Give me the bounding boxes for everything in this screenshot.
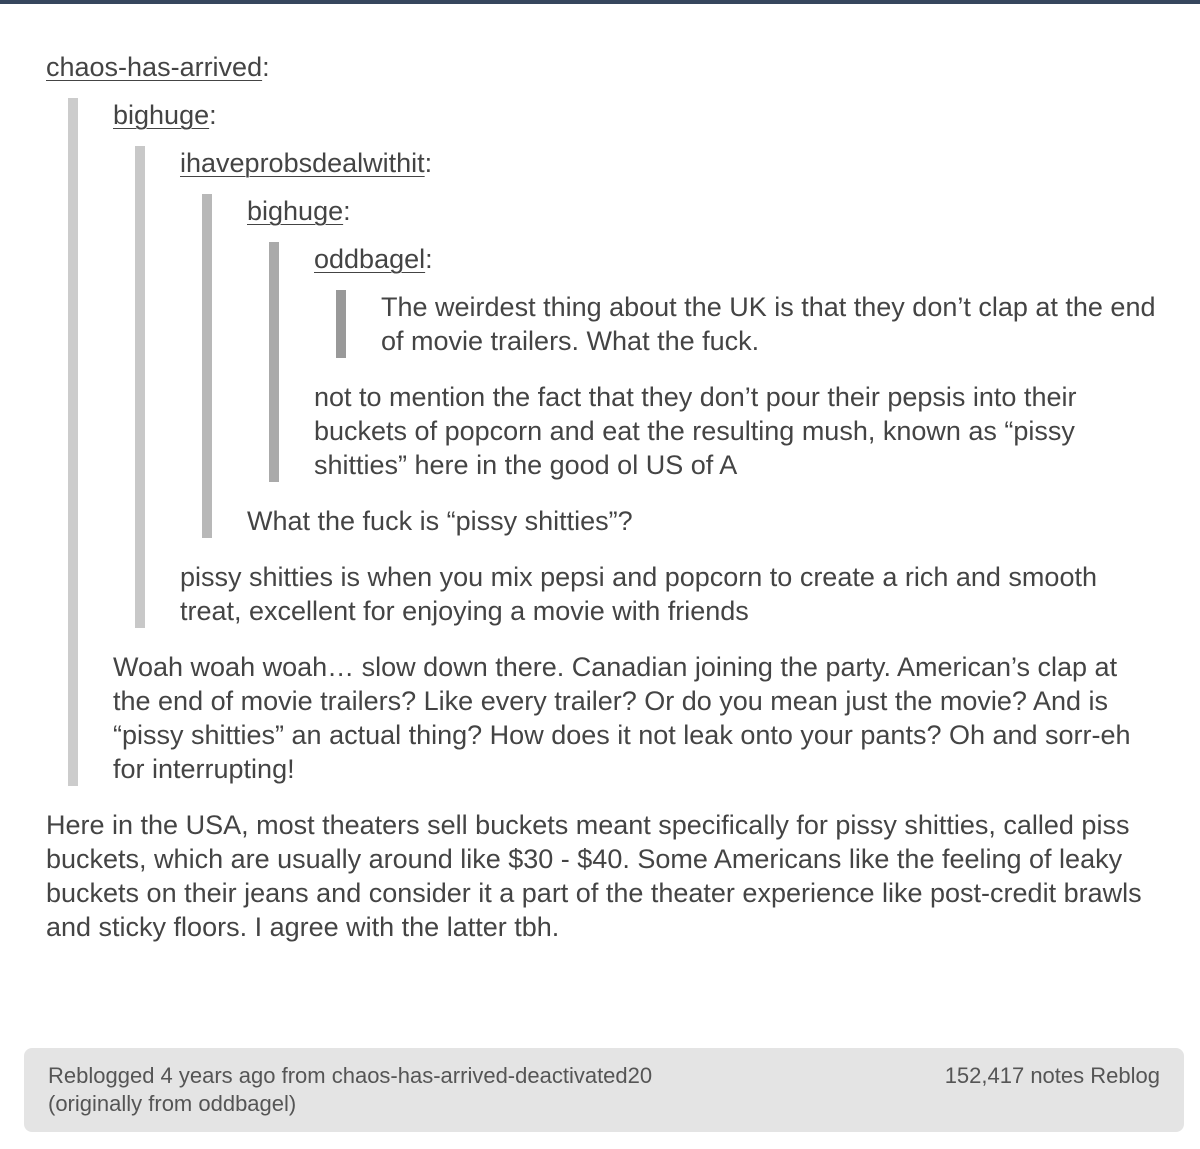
- username-link[interactable]: bighuge: [113, 100, 209, 130]
- final-reply-text: Here in the USA, most theaters sell buck…: [46, 810, 1142, 942]
- bighuge-reply-text-1: not to mention the fact that they don’t …: [314, 382, 1077, 480]
- colon: :: [209, 100, 217, 130]
- quote-level1: bighuge: ihaveprobsdealwithit: bighuge: …: [68, 98, 1156, 786]
- username-link[interactable]: ihaveprobsdealwithit: [180, 148, 425, 178]
- attribution-level3: bighuge:: [247, 194, 1156, 228]
- oddbagel-post-text: The weirdest thing about the UK is that …: [381, 292, 1156, 356]
- bighuge-reply-text-2: pissy shitties is when you mix pepsi and…: [180, 562, 1097, 626]
- attribution-level2: ihaveprobsdealwithit:: [180, 146, 1156, 180]
- reblog-info: Reblogged 4 years ago from chaos-has-arr…: [48, 1062, 808, 1118]
- quote-level3: bighuge: oddbagel: The weirdest thing ab…: [202, 194, 1156, 538]
- colon: :: [424, 148, 433, 178]
- colon: :: [262, 52, 270, 82]
- original-source-text[interactable]: (originally from oddbagel): [48, 1090, 808, 1118]
- username-link[interactable]: chaos-has-arrived: [46, 52, 262, 82]
- attribution-level0: chaos-has-arrived:: [46, 50, 1156, 84]
- reblog-button[interactable]: Reblog: [1090, 1063, 1160, 1088]
- username-link[interactable]: bighuge: [247, 196, 343, 226]
- attribution-level4: oddbagel:: [314, 242, 1156, 276]
- quote-level2: ihaveprobsdealwithit: bighuge: oddbagel:…: [135, 146, 1156, 628]
- username-link[interactable]: oddbagel: [314, 244, 425, 274]
- notes-count[interactable]: 152,417 notes: [945, 1063, 1084, 1088]
- reblog-source-text[interactable]: Reblogged 4 years ago from chaos-has-arr…: [48, 1062, 808, 1090]
- colon: :: [425, 244, 433, 274]
- quote-level5: The weirdest thing about the UK is that …: [336, 290, 1156, 358]
- quote-level4: oddbagel: The weirdest thing about the U…: [269, 242, 1156, 482]
- colon: :: [343, 196, 351, 226]
- post-footer: Reblogged 4 years ago from chaos-has-arr…: [24, 1048, 1184, 1132]
- footer-actions: 152,417 notes Reblog: [945, 1062, 1160, 1090]
- attribution-level1: bighuge:: [113, 98, 1156, 132]
- ihaveprobsdealwithit-reply-text: What the fuck is “pissy shitties”?: [247, 506, 633, 536]
- reblog-post: chaos-has-arrived: bighuge: ihaveprobsde…: [46, 50, 1156, 944]
- chaos-has-arrived-reply-text: Woah woah woah… slow down there. Canadia…: [113, 652, 1131, 784]
- top-bar: [0, 0, 1200, 4]
